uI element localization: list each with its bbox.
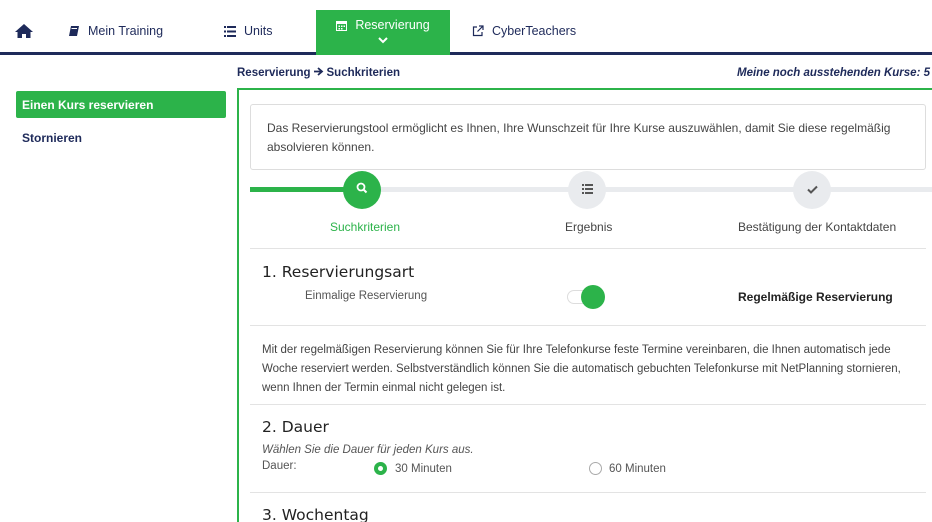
arrow-right-icon bbox=[313, 67, 324, 79]
breadcrumb-parent[interactable]: Reservierung bbox=[237, 67, 311, 79]
calendar-icon bbox=[336, 20, 348, 31]
external-link-icon bbox=[472, 25, 484, 37]
duration-label: Dauer: bbox=[262, 460, 297, 472]
toggle-knob bbox=[581, 285, 605, 309]
nav-reservierung[interactable]: Reservierung bbox=[316, 10, 450, 55]
sidebar-item-label: Einen Kurs reservieren bbox=[22, 97, 154, 112]
nav-reservierung-label: Reservierung bbox=[355, 18, 430, 32]
nav-mein-training[interactable]: Mein Training bbox=[68, 10, 163, 52]
pending-courses-count[interactable]: Meine noch ausstehenden Kurse: 5 bbox=[737, 67, 930, 79]
step-confirmation bbox=[793, 171, 831, 209]
nav-home[interactable] bbox=[14, 10, 42, 52]
sidebar-item-reserve-course[interactable]: Einen Kurs reservieren bbox=[16, 91, 226, 118]
divider bbox=[250, 492, 926, 493]
nav-units[interactable]: Units bbox=[224, 10, 272, 52]
reservation-type-toggle[interactable] bbox=[567, 285, 605, 309]
divider bbox=[250, 248, 926, 249]
breadcrumb-current: Suchkriterien bbox=[326, 67, 401, 79]
search-icon bbox=[356, 181, 368, 199]
reservation-description: Mit der regelmäßigen Reservierung können… bbox=[262, 344, 901, 394]
radio-label-60-minutes[interactable]: 60 Minuten bbox=[609, 463, 666, 475]
divider bbox=[250, 404, 926, 405]
option-regular-reservation[interactable]: Regelmäßige Reservierung bbox=[738, 290, 893, 304]
list-icon bbox=[581, 181, 593, 199]
nav-cyberteachers[interactable]: CyberTeachers bbox=[472, 10, 576, 52]
step-label-search: Suchkriterien bbox=[330, 220, 401, 234]
radio-60-minutes[interactable] bbox=[589, 462, 602, 475]
info-box: Das Reservierungstool ermöglicht es Ihne… bbox=[250, 104, 926, 170]
chevron-down-icon bbox=[378, 33, 388, 47]
step-label-confirmation: Bestätigung der Kontaktdaten bbox=[738, 220, 897, 234]
section-title-reservation-type: 1. Reservierungsart bbox=[262, 263, 415, 281]
step-result bbox=[568, 171, 606, 209]
check-icon bbox=[806, 181, 818, 199]
divider bbox=[250, 325, 926, 326]
nav-cyberteachers-label: CyberTeachers bbox=[492, 24, 577, 38]
book-icon bbox=[68, 25, 80, 37]
section-title-weekday: 3. Wochentag bbox=[262, 506, 369, 522]
nav-mein-training-label: Mein Training bbox=[88, 24, 164, 38]
top-navigation: Mein Training Units Reservierung CyberTe… bbox=[0, 10, 932, 55]
info-text: Das Reservierungstool ermöglicht es Ihne… bbox=[267, 121, 891, 154]
option-single-reservation[interactable]: Einmalige Reservierung bbox=[305, 290, 427, 302]
radio-30-minutes[interactable] bbox=[374, 462, 387, 475]
sidebar-item-label: Stornieren bbox=[22, 131, 83, 145]
section-title-duration: 2. Dauer bbox=[262, 418, 329, 436]
list-icon bbox=[224, 25, 236, 37]
home-icon bbox=[14, 23, 34, 39]
sidebar-item-cancel[interactable]: Stornieren bbox=[22, 131, 82, 145]
radio-label-30-minutes[interactable]: 30 Minuten bbox=[395, 463, 452, 475]
progress-track-remaining bbox=[362, 187, 932, 192]
step-label-result: Ergebnis bbox=[565, 220, 613, 234]
breadcrumb: Reservierung Suchkriterien bbox=[237, 67, 400, 79]
duration-hint: Wählen Sie die Dauer für jeden Kurs aus. bbox=[262, 444, 474, 456]
nav-units-label: Units bbox=[244, 24, 273, 38]
step-search bbox=[343, 171, 381, 209]
